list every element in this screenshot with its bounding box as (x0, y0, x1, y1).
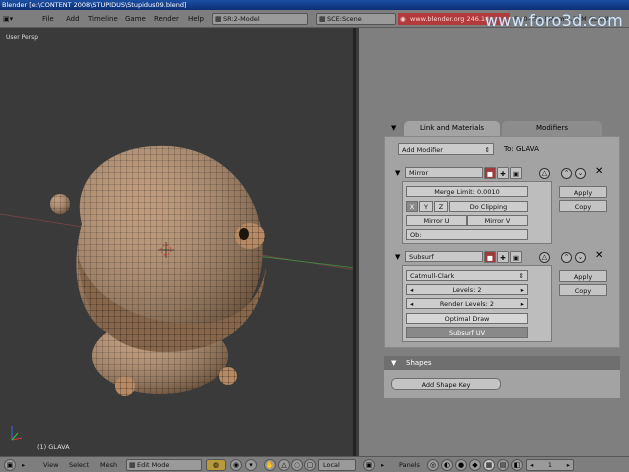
menu-item-timeline[interactable]: Timeline (88, 13, 118, 25)
menu-item-help[interactable]: Help (188, 13, 204, 25)
menu-item-add[interactable]: Add (66, 13, 80, 25)
window-title: Blender [e:\CONTENT 2008\STUPIDUS\Stupid… (0, 0, 629, 10)
tab-link-and-materials[interactable]: Link and Materials (404, 121, 500, 136)
panel-collapse-icon[interactable]: ▼ (391, 124, 396, 132)
pivot-menu-icon[interactable]: ▾ (245, 459, 257, 471)
editing-context-icon[interactable]: ▦ (483, 459, 495, 471)
subsurf-close-icon[interactable]: ✕ (595, 251, 603, 261)
add-shape-key-button[interactable]: Add Shape Key (391, 378, 501, 390)
draw-type-icon[interactable]: ◍ (206, 459, 226, 471)
mirror-copy-button[interactable]: Copy (559, 200, 607, 212)
mirror-expand-icon[interactable]: ▼ (395, 169, 400, 177)
mirror-v-toggle[interactable]: Mirror V (467, 215, 528, 226)
render-toggle-icon[interactable]: ■ (484, 167, 496, 179)
buttons-window-header: ▣ ▸ Panels ◎ ◐ ● ◆ ▦ ▤ ◧ ◂ 1 ▸ (359, 456, 629, 472)
add-modifier-dropdown[interactable]: Add Modifier ⇕ (398, 143, 494, 155)
subsurf-cage-toggle-icon[interactable]: ▣ (510, 251, 522, 263)
3d-view-header: ▣ ▸ View Select Mesh ▦ Edit Mode ◍ ◉ ▾ ✋ … (0, 456, 359, 472)
shapes-collapse-icon[interactable]: ▼ (391, 359, 396, 367)
blender-logo-icon: ◉ (400, 15, 406, 23)
editor-type-icon[interactable]: ▣ (4, 459, 16, 471)
mirror-close-icon[interactable]: ✕ (595, 167, 603, 177)
scene-selector[interactable]: ▦ SCE:Scene (316, 13, 396, 25)
editmode-toggle-icon[interactable]: ✚ (497, 167, 509, 179)
apply-on-spline-icon[interactable]: △ (539, 168, 550, 179)
scale-manipulator-icon[interactable]: ▢ (304, 459, 316, 471)
levels-field[interactable]: ◂ Levels: 2 ▸ (406, 284, 528, 295)
decrement-arrow-icon[interactable]: ◂ (410, 285, 413, 296)
decrement-arrow-icon[interactable]: ◂ (530, 460, 533, 470)
subsurf-render-toggle-icon[interactable]: ■ (484, 251, 496, 263)
editmode-icon: ▦ (129, 461, 136, 469)
viewport-canvas (0, 145, 353, 441)
axis-x-toggle[interactable]: X (406, 201, 418, 212)
page-number-field[interactable]: ◂ 1 ▸ (526, 459, 574, 471)
collapse-menu-icon[interactable]: ▸ (22, 459, 25, 471)
panels-label: Panels (399, 461, 420, 469)
logic-context-icon[interactable]: ◎ (427, 459, 439, 471)
render-context-icon[interactable]: ◧ (511, 459, 523, 471)
shapes-panel-header[interactable]: ▼ Shapes (384, 356, 620, 370)
move-up-icon[interactable]: ⌃ (561, 168, 572, 179)
script-context-icon[interactable]: ◐ (441, 459, 453, 471)
translate-manipulator-icon[interactable]: △ (278, 459, 290, 471)
subsurf-spline-icon[interactable]: △ (539, 252, 550, 263)
transform-orientation-dropdown[interactable]: Local (318, 459, 356, 471)
mesh-object[interactable] (50, 145, 266, 396)
menu-view[interactable]: View (43, 459, 58, 471)
increment-arrow-icon[interactable]: ▸ (521, 285, 524, 296)
axis-gizmo (11, 426, 23, 441)
subsurf-copy-button[interactable]: Copy (559, 284, 607, 296)
menu-item-render[interactable]: Render (154, 13, 179, 25)
screen-icon: ▦ (215, 15, 222, 23)
window-type-icon[interactable]: ▣▾ (3, 13, 13, 25)
menu-select[interactable]: Select (69, 459, 89, 471)
manipulator-hand-icon[interactable]: ✋ (264, 459, 276, 471)
subsurf-type-dropdown[interactable]: Catmull-Clark ⇕ (406, 270, 528, 281)
screen-selector[interactable]: ▦ SR:2-Model (212, 13, 308, 25)
mode-selector[interactable]: ▦ Edit Mode (126, 459, 202, 471)
subsurf-move-down-icon[interactable]: ⌄ (575, 252, 586, 263)
modifier-target-label: To: GLAVA (504, 145, 539, 153)
shapes-title: Shapes (406, 359, 432, 367)
dropdown-arrows-icon: ⇕ (484, 146, 490, 154)
merge-limit-field[interactable]: Merge Limit: 0.0010 (406, 186, 528, 197)
axis-z-toggle[interactable]: Z (434, 201, 448, 212)
object-context-icon[interactable]: ◆ (469, 459, 481, 471)
optimal-draw-toggle[interactable]: Optimal Draw (406, 313, 528, 324)
scene-icon: ▦ (319, 15, 326, 23)
pivot-icon[interactable]: ◉ (230, 459, 242, 471)
editor-type-icon[interactable]: ▣ (363, 459, 375, 471)
subsurf-expand-icon[interactable]: ▼ (395, 253, 400, 261)
increment-arrow-icon[interactable]: ▸ (521, 299, 524, 310)
increment-arrow-icon[interactable]: ▸ (567, 460, 570, 470)
mirror-apply-button[interactable]: Apply (559, 186, 607, 198)
render-levels-field[interactable]: ◂ Render Levels: 2 ▸ (406, 298, 528, 309)
active-object-label: (1) GLAVA (37, 443, 70, 451)
shading-context-icon[interactable]: ● (455, 459, 467, 471)
scene-context-icon[interactable]: ▤ (497, 459, 509, 471)
axis-y-toggle[interactable]: Y (419, 201, 433, 212)
rotate-manipulator-icon[interactable]: ◌ (291, 459, 303, 471)
top-menu-bar: ▣▾ File Add Timeline Game Render Help ▦ S… (0, 10, 629, 30)
tab-modifiers[interactable]: Modifiers (502, 121, 602, 136)
subsurf-move-up-icon[interactable]: ⌃ (561, 252, 572, 263)
subsurf-editmode-toggle-icon[interactable]: ✚ (497, 251, 509, 263)
mirror-u-toggle[interactable]: Mirror U (406, 215, 467, 226)
menu-item-file[interactable]: File (42, 13, 54, 25)
subsurf-modifier-name[interactable]: Subsurf (405, 251, 483, 262)
mirror-object-field[interactable]: Ob: (406, 229, 528, 240)
menu-item-game[interactable]: Game (125, 13, 146, 25)
subsurf-apply-button[interactable]: Apply (559, 270, 607, 282)
do-clipping-toggle[interactable]: Do Clipping (449, 201, 528, 212)
collapse-menu-icon[interactable]: ▸ (381, 459, 384, 471)
decrement-arrow-icon[interactable]: ◂ (410, 299, 413, 310)
dropdown-arrows-icon: ⇕ (518, 272, 524, 280)
move-down-icon[interactable]: ⌄ (575, 168, 586, 179)
mirror-modifier-name[interactable]: Mirror (405, 167, 483, 178)
3d-viewport[interactable]: User Persp (1) GLAVA (0, 28, 356, 456)
menu-mesh[interactable]: Mesh (100, 459, 117, 471)
cage-toggle-icon[interactable]: ▣ (510, 167, 522, 179)
subsurf-uv-toggle[interactable]: Subsurf UV (406, 327, 528, 338)
